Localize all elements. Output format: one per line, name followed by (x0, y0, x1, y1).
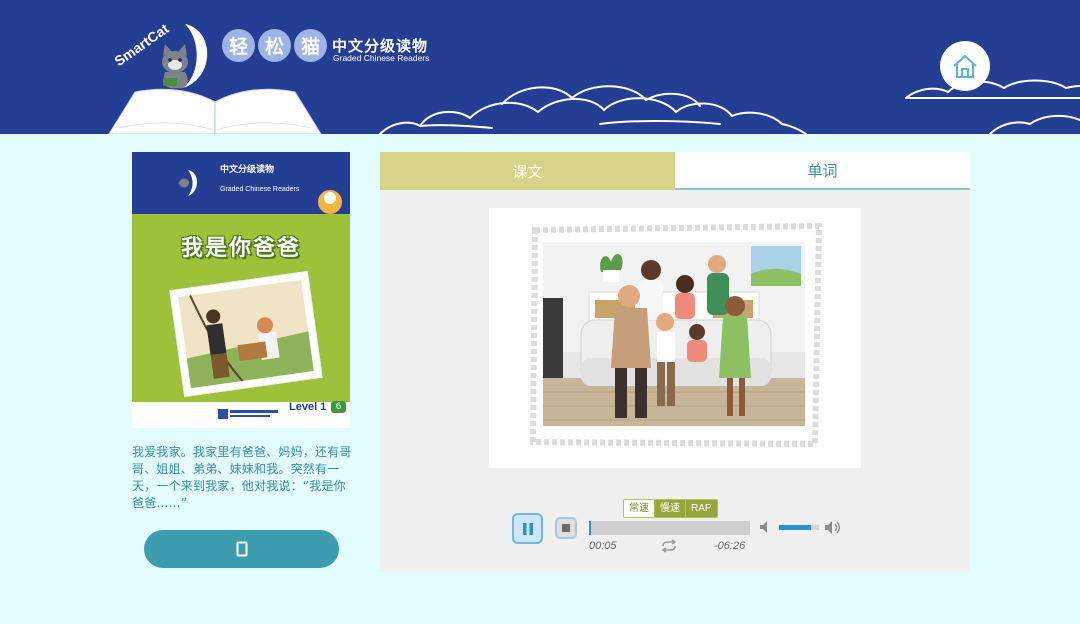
brand-char: 猫 (294, 29, 327, 62)
brand-title-en: Graded Chinese Readers (333, 53, 430, 63)
home-icon (953, 55, 977, 78)
phone-icon (236, 541, 247, 557)
volume-slider[interactable] (779, 525, 819, 530)
pause-button[interactable] (512, 513, 543, 544)
story-illustration (489, 208, 861, 468)
speed-selector: 常速 慢速 RAP (623, 499, 718, 518)
cover-header: 中文分级读物 Graded Chinese Readers (132, 152, 350, 214)
speed-normal-button[interactable]: 常速 (624, 500, 654, 517)
volume-fill (779, 525, 811, 530)
tab-text[interactable]: 课文 (380, 152, 675, 190)
volume-max-icon[interactable] (824, 520, 841, 535)
home-button[interactable] (940, 41, 990, 91)
cover-brand-cn: 中文分级读物 (220, 165, 275, 175)
progress-fill (589, 521, 592, 535)
speed-rap-button[interactable]: RAP (685, 500, 717, 517)
book-summary: 我爱我家。我家里有爸爸、妈妈，还有哥哥、姐姐、弟弟、妹妹和我。突然有一天，一个来… (132, 445, 352, 510)
speed-slow-button[interactable]: 慢速 (654, 500, 685, 517)
brand-chars: 轻 松 猫 (222, 29, 327, 62)
cover-title: 我是你爸爸 (180, 236, 301, 261)
site-header: SmartCat 轻 松 猫 中文分级读物 Graded Chinese Rea… (0, 0, 1080, 134)
content-tabs: 课文 单词 (380, 152, 970, 190)
brand-char: 松 (258, 29, 291, 62)
brand-char: 轻 (222, 29, 255, 62)
cover-level: Level 1 (289, 401, 327, 413)
loop-icon[interactable] (660, 539, 678, 553)
pause-icon (522, 522, 533, 535)
cover-illustration (169, 270, 323, 398)
stop-button[interactable] (555, 517, 577, 539)
cover-level-number: 6 (331, 401, 346, 413)
remaining-time: -06:26 (714, 540, 746, 552)
book-cover: 中文分级读物 Graded Chinese Readers 我是你爸爸 Leve… (132, 152, 350, 428)
phone-button[interactable] (144, 530, 339, 568)
cover-brand-en: Graded Chinese Readers (220, 186, 300, 193)
current-time: 00:05 (589, 540, 617, 552)
progress-bar[interactable] (589, 521, 750, 535)
stop-icon (562, 524, 570, 532)
tab-vocabulary[interactable]: 单词 (675, 152, 970, 190)
mute-icon[interactable] (759, 520, 773, 534)
